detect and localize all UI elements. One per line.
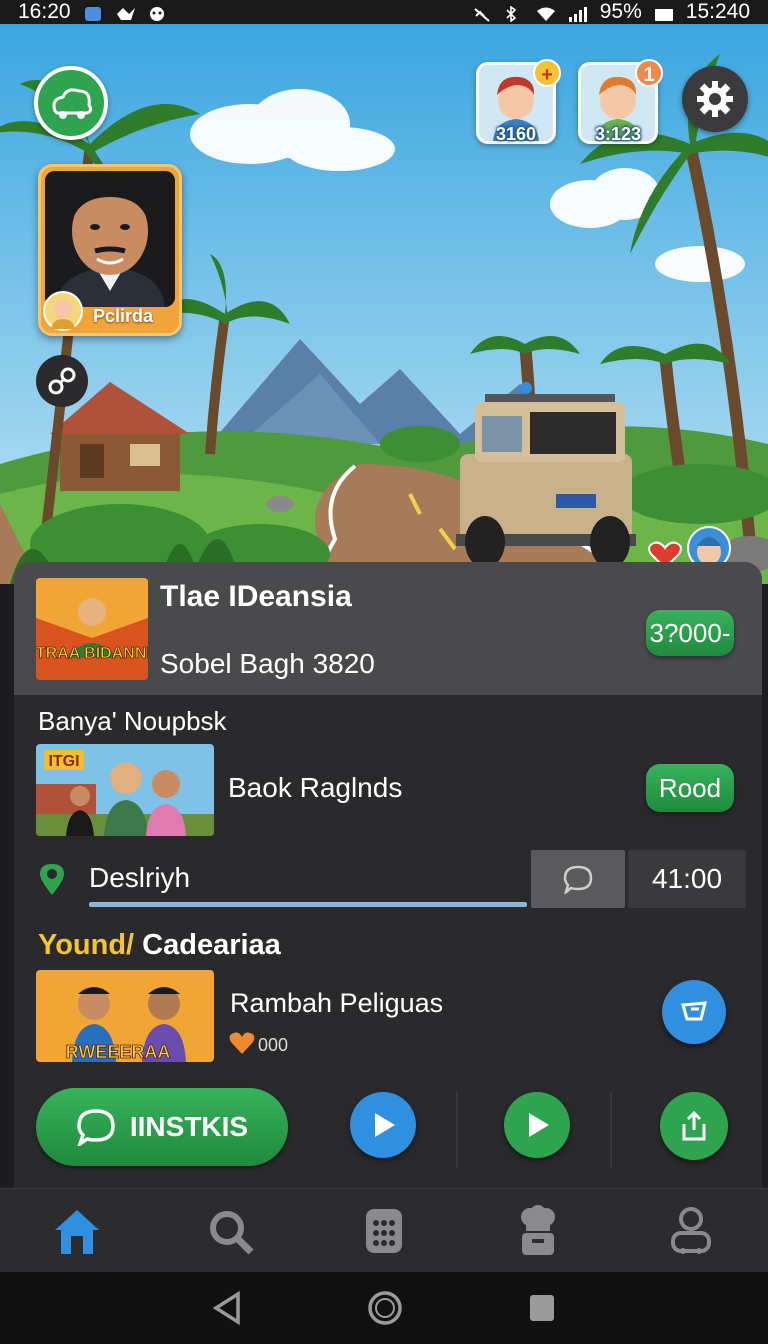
home-circle-icon[interactable] — [367, 1290, 403, 1326]
primary-action-label: IINSTKIS — [129, 1111, 249, 1142]
status-time-right: 15:240 — [685, 0, 750, 23]
section-two-label: Yound/ Cadeariaa — [38, 929, 281, 962]
chat-bubble-icon — [77, 1109, 115, 1146]
chat-button[interactable] — [531, 850, 625, 908]
play-icon — [529, 1113, 549, 1137]
battery-icon — [654, 4, 674, 21]
calculator-icon — [365, 1208, 402, 1253]
status-left: 16:20 — [18, 0, 167, 24]
section-one-thumbnail[interactable]: ITGI — [36, 744, 214, 836]
face-notification-icon — [147, 4, 167, 21]
featured-thumbnail[interactable]: FUTRAA BIDANNKA — [36, 578, 148, 680]
status-bar: 16:20 95% 15:240 — [0, 0, 768, 24]
location-pin-icon — [40, 864, 64, 895]
status-time-left: 16:20 — [18, 0, 71, 23]
nav-chef[interactable] — [498, 1196, 578, 1266]
timer-display: 41:00 — [628, 850, 746, 908]
profile-mini-avatar — [43, 291, 83, 331]
search-underline — [89, 902, 527, 907]
section-two-label-highlight: Yound/ — [38, 929, 135, 961]
section-two-thumb-text: RWEEERAA — [66, 1042, 171, 1062]
section-two-item-title: Rambah Peliguas — [230, 988, 444, 1018]
wifi-icon — [536, 4, 556, 21]
nav-search[interactable] — [190, 1196, 270, 1266]
share-button[interactable] — [660, 1092, 728, 1160]
car-cloud-icon — [52, 88, 93, 119]
section-two-likes: 000 — [228, 1030, 288, 1056]
profile-name: Pclirda — [93, 306, 154, 326]
game-notification-icon — [115, 4, 135, 20]
primary-action-button[interactable]: IINSTKIS — [36, 1088, 288, 1166]
section-one-thumb-text: ITGI — [48, 753, 79, 770]
play-green-button[interactable] — [504, 1092, 570, 1158]
mute-icon — [472, 4, 492, 22]
friend-card-1[interactable]: + 3160 — [476, 59, 561, 144]
home-icon — [54, 1209, 99, 1254]
orange-heart-icon — [229, 1032, 255, 1054]
friend-count-1: 3160 — [495, 124, 537, 144]
share-icon — [682, 1110, 706, 1141]
section-one-item-title: Baok Raglnds — [228, 772, 403, 803]
bluetooth-icon — [504, 4, 524, 23]
gear-icon — [697, 81, 733, 117]
chat-bubble-icon — [563, 865, 593, 894]
featured-card[interactable]: FUTRAA BIDANNKA Tlae IDeansia Sobel Bagh… — [14, 562, 762, 695]
settings-button[interactable] — [682, 66, 748, 132]
friend-badge-2: 1 — [635, 59, 663, 87]
friend-card-2[interactable]: 1 3:123 — [578, 59, 663, 144]
friend-badge-1: + — [533, 59, 561, 87]
profile-card[interactable]: Pclirda — [38, 164, 182, 336]
content-panel: FUTRAA BIDANNKA Tlae IDeansia Sobel Bagh… — [14, 562, 762, 1188]
action-divider-2 — [610, 1092, 612, 1168]
action-divider-1 — [456, 1092, 458, 1168]
featured-subtitle: Sobel Bagh 3820 — [160, 648, 375, 679]
search-row: Deslriyh 41:00 — [14, 850, 762, 908]
recents-icon[interactable] — [528, 1293, 556, 1323]
search-icon — [210, 1210, 254, 1254]
game-scene: + 3160 1 3:123 Pclirda — [0, 24, 768, 584]
link-icon — [48, 367, 76, 395]
back-icon[interactable] — [212, 1291, 242, 1325]
app-notification-icon — [83, 4, 103, 21]
status-right: 95% 15:240 — [472, 0, 750, 24]
system-nav-bar — [0, 1272, 768, 1344]
section-two-label-text: Cadeariaa — [142, 929, 281, 961]
play-blue-button[interactable] — [350, 1092, 416, 1158]
battery-percent: 95% — [599, 0, 642, 23]
nav-home[interactable] — [37, 1196, 117, 1266]
play-icon — [375, 1113, 395, 1137]
featured-thumb-text: FUTRAA BIDANNKA — [36, 645, 148, 662]
nav-calculator[interactable] — [344, 1196, 424, 1266]
featured-price-button[interactable]: 3?000- — [646, 610, 734, 656]
section-two-likes-count: 000 — [258, 1035, 289, 1055]
bottom-nav — [0, 1188, 768, 1272]
link-button[interactable] — [36, 355, 88, 407]
search-input[interactable]: Deslriyh — [89, 862, 190, 894]
add-to-cart-button[interactable] — [662, 980, 726, 1044]
section-two-thumbnail[interactable]: RWEEERAA — [36, 970, 214, 1062]
featured-title: Tlae IDeansia — [160, 580, 352, 613]
cart-icon — [681, 1001, 707, 1021]
cloud-sync-button[interactable] — [34, 66, 108, 140]
section-one-label: Banya' Noupbsk — [38, 706, 227, 736]
nav-profile[interactable] — [651, 1196, 731, 1266]
chef-icon — [520, 1204, 555, 1255]
friend-count-2: 3:123 — [594, 124, 642, 144]
profile-icon — [671, 1206, 712, 1254]
profile-photo — [45, 171, 175, 307]
section-one-action-button[interactable]: Rood — [646, 764, 734, 812]
signal-icon — [568, 4, 588, 22]
